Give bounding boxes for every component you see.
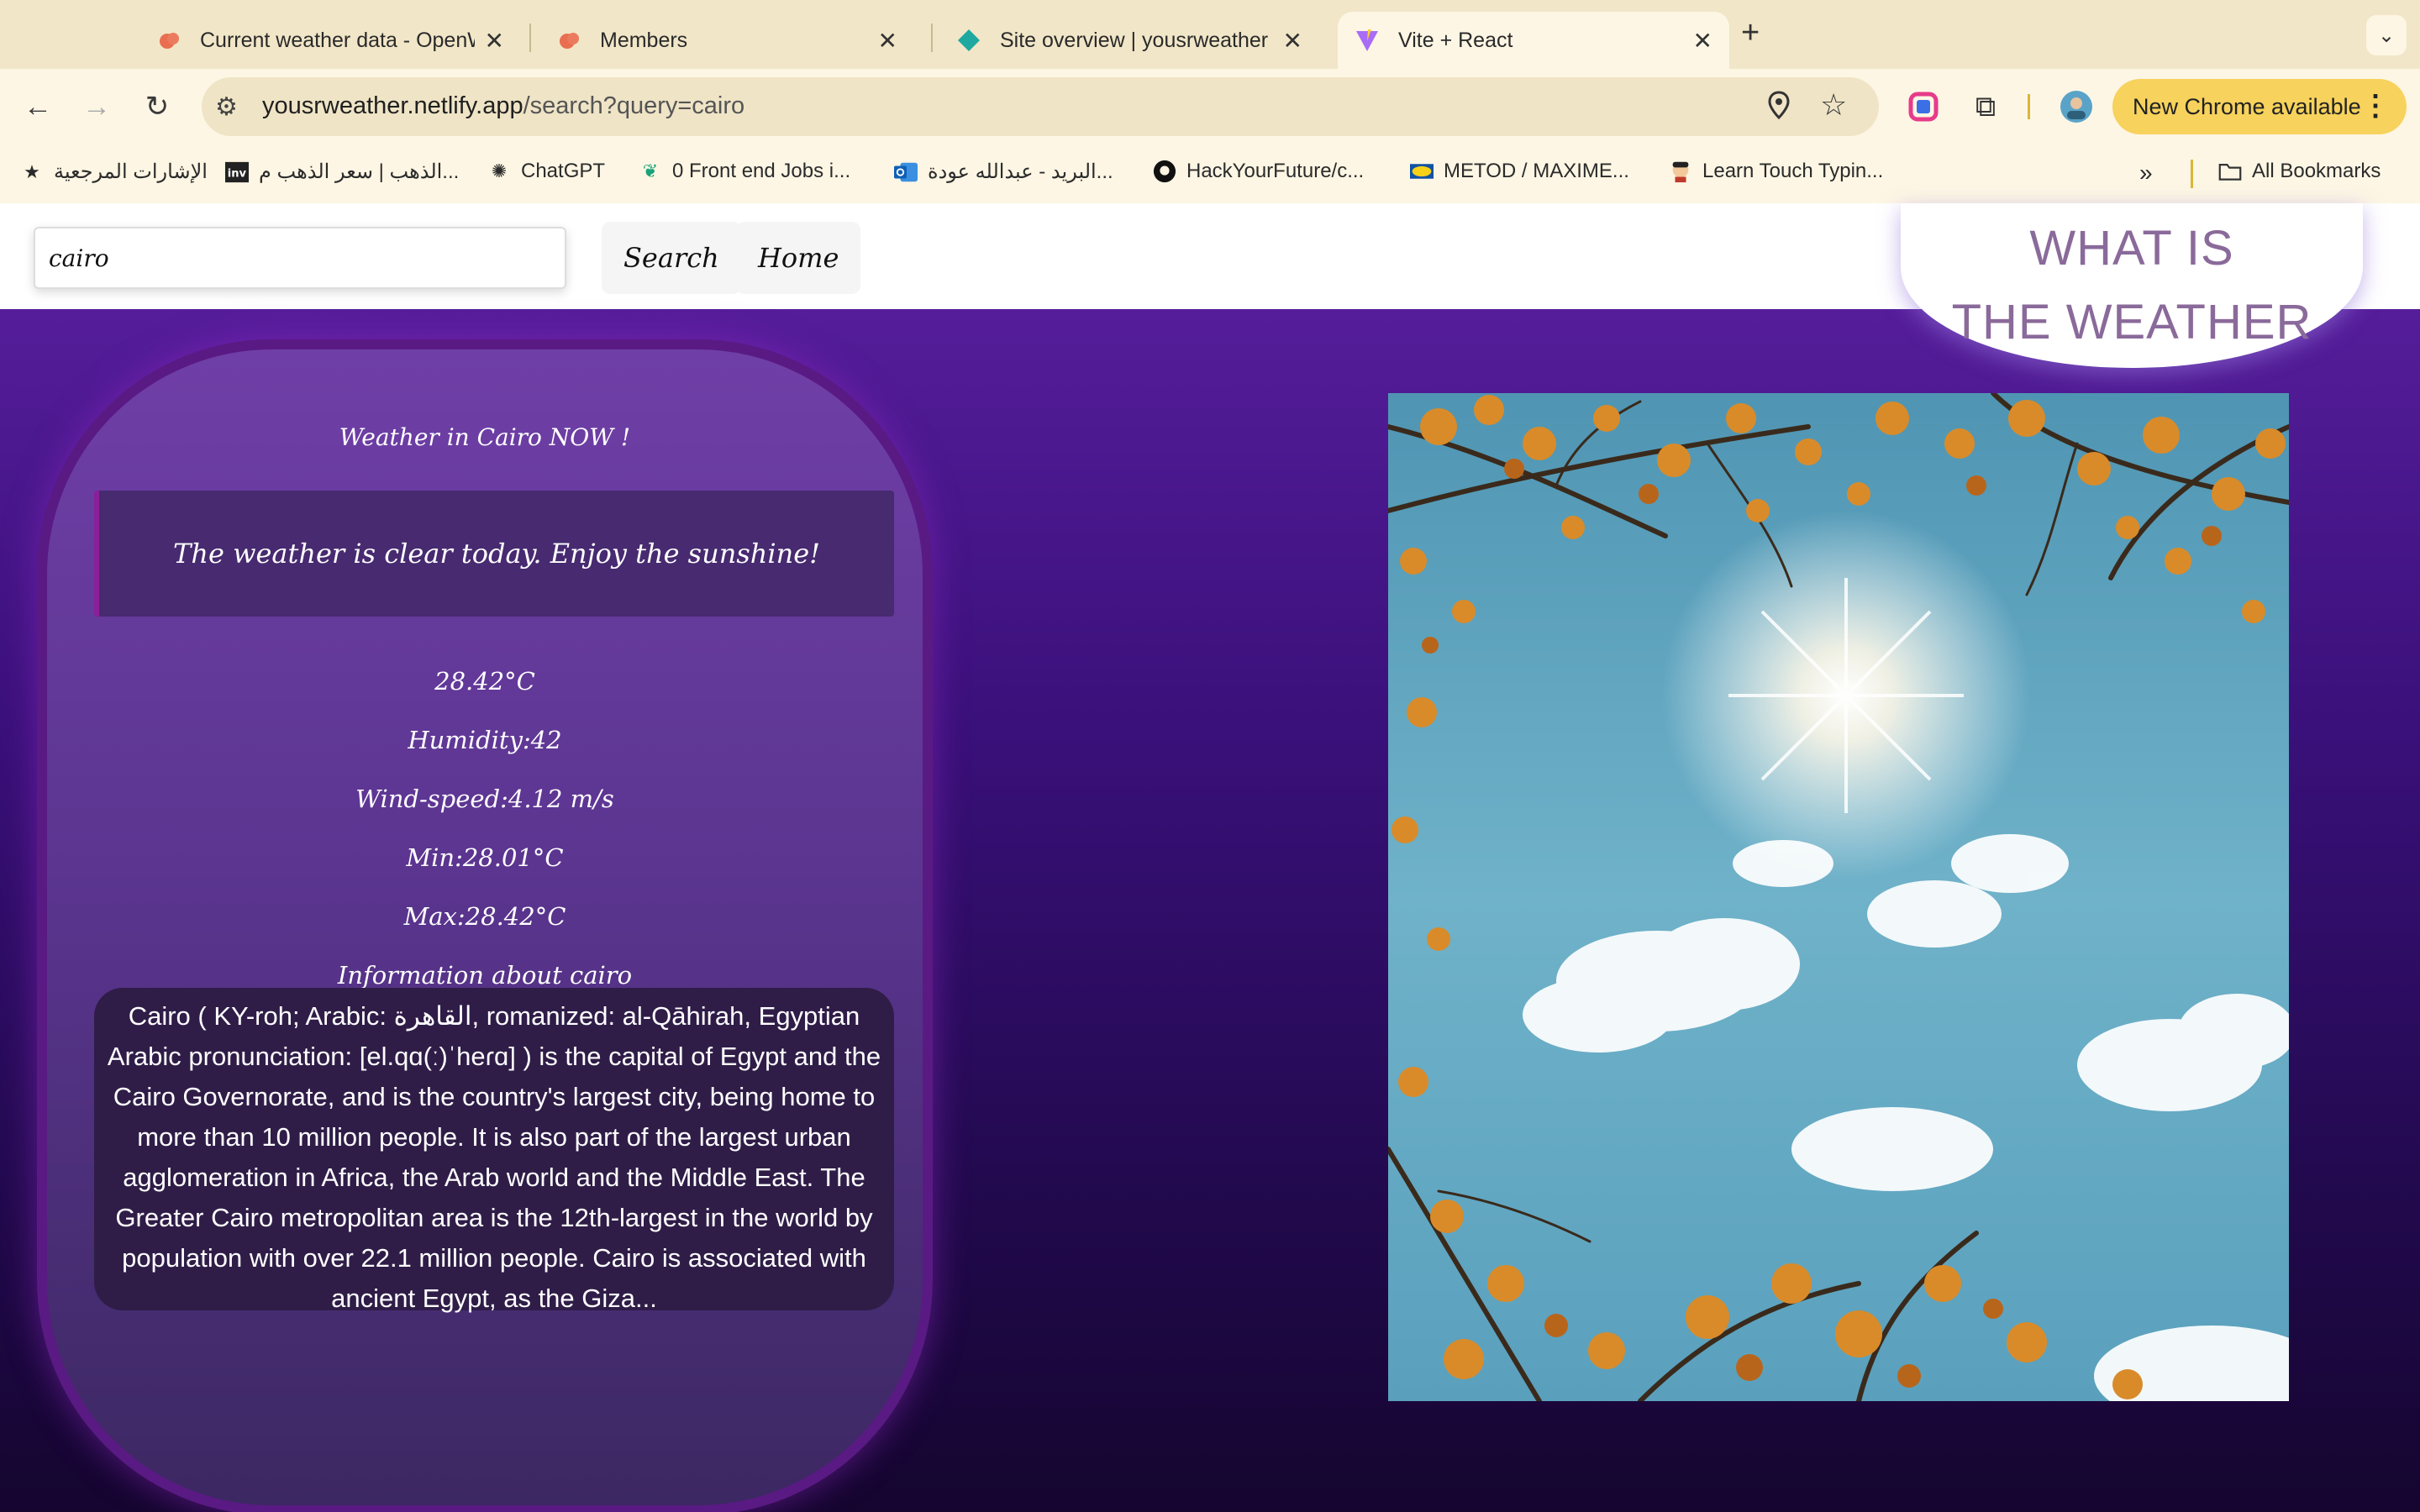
bookmark-label: ChatGPT (521, 160, 606, 182)
toolbar-separator (2028, 94, 2030, 119)
max-temperature: Max:28.42°C (403, 902, 566, 931)
search-input[interactable] (34, 227, 566, 289)
vite-icon (1355, 28, 1380, 53)
reload-icon[interactable]: ↻ (136, 86, 178, 128)
bookmarks-bar: ★ الإشارات المرجعية inv الذهب | سعر الذه… (0, 144, 2420, 204)
browser-toolbar: ← → ↻ ⚙ yousrweather.netlify.app/search?… (0, 69, 2420, 144)
bookmark-item[interactable]: METOD / MAXIME... (1410, 160, 1629, 183)
bookmark-label: HackYourFuture/c... (1186, 160, 1365, 182)
more-options-icon[interactable]: ⋮ (2361, 89, 2390, 123)
star-icon: ★ (24, 160, 40, 182)
svg-text:inv: inv (228, 167, 247, 180)
tab-title: Current weather data - OpenWeatherMap (200, 28, 475, 52)
back-icon[interactable]: ← (17, 86, 59, 128)
info-heading: Information about cairo (337, 961, 633, 990)
chatgpt-icon: ✺ (491, 160, 508, 181)
search-button[interactable]: Search (602, 222, 741, 294)
bookmark-label: Learn Touch Typin... (1702, 160, 1884, 182)
close-icon[interactable]: ✕ (1693, 27, 1712, 55)
outlook-icon (894, 160, 918, 184)
bookmark-item[interactable]: Learn Touch Typin... (1669, 160, 1883, 183)
bookmark-star-icon[interactable]: ☆ (1820, 87, 1847, 123)
tab-title: Site overview | yousrweather (1000, 28, 1269, 52)
close-icon[interactable]: ✕ (878, 27, 897, 55)
close-icon[interactable]: ✕ (485, 27, 504, 55)
tab-vite-react[interactable]: Vite + React ✕ (1338, 12, 1729, 69)
wind-speed: Wind-speed:4.12 m/s (355, 785, 614, 813)
bookmark-item[interactable]: inv الذهب | سعر الذهب م... (225, 160, 459, 184)
tab-openweather[interactable]: Current weather data - OpenWeatherMap ✕ (139, 12, 521, 69)
city-info-text: Cairo ( KY-roh; Arabic: القاهرة, romaniz… (94, 988, 894, 1313)
bookmark-label: الذهب | سعر الذهب م... (259, 160, 460, 183)
bookmark-label: الإشارات المرجعية (54, 160, 208, 183)
new-chrome-button[interactable]: New Chrome available ⋮ (2112, 79, 2407, 134)
new-tab-icon[interactable]: + (1741, 15, 1760, 51)
home-button[interactable]: Home (736, 222, 861, 294)
site-title-line1: WHAT IS (2029, 221, 2234, 276)
address-bar[interactable]: ⚙ yousrweather.netlify.app/search?query=… (202, 77, 1879, 136)
bookmarks-separator (2191, 160, 2193, 188)
site-title: WHAT IS THE WEATHER (1901, 203, 2363, 368)
bookmark-item[interactable]: ❦ 0 Front end Jobs i... (639, 160, 850, 183)
tab-separator (931, 24, 933, 52)
bookmark-label: METOD / MAXIME... (1444, 160, 1629, 182)
temperature: 28.42°C (434, 667, 535, 696)
weather-photo (1388, 393, 2289, 1401)
min-temperature: Min:28.01°C (406, 843, 564, 872)
extensions-icon[interactable]: ⧉ (1966, 87, 2005, 126)
forward-icon[interactable]: → (76, 86, 118, 128)
all-bookmarks-label: All Bookmarks (2252, 160, 2381, 182)
tab-title: Members (600, 28, 688, 52)
site-settings-icon[interactable]: ⚙ (215, 92, 238, 122)
openweather-icon (556, 28, 581, 53)
location-icon[interactable] (1766, 89, 1791, 127)
url-text: yousrweather.netlify.app/search?query=ca… (262, 92, 745, 119)
all-bookmarks-button[interactable]: All Bookmarks (2218, 160, 2381, 183)
bookmark-item[interactable]: ★ الإشارات المرجعية (20, 160, 208, 184)
openweather-icon (156, 28, 182, 53)
tab-netlify[interactable]: Site overview | yousrweather ✕ (939, 12, 1319, 69)
close-icon[interactable]: ✕ (1283, 27, 1302, 55)
tab-strip: Current weather data - OpenWeatherMap ✕ … (0, 0, 2420, 69)
chevron-down-icon[interactable]: ⌄ (2366, 15, 2407, 55)
humidity: Humidity:42 (408, 726, 562, 754)
weather-card: Weather in Cairo NOW ! The weather is cl… (37, 339, 933, 1512)
main-content: Weather in Cairo NOW ! The weather is cl… (0, 309, 2420, 1512)
netlify-icon (956, 28, 981, 53)
typing-icon (1669, 160, 1692, 183)
github-icon (1153, 160, 1176, 183)
inv-icon: inv (225, 160, 249, 184)
weather-description: The weather is clear today. Enjoy the su… (94, 491, 894, 617)
site-title-line2: THE WEATHER (1951, 295, 2312, 349)
weather-heading: Weather in Cairo NOW ! (339, 423, 631, 451)
bookmark-label: البريد - عبدالله عودة... (928, 160, 1113, 183)
folder-icon (2218, 160, 2242, 183)
ikea-icon (1410, 160, 1434, 183)
bookmark-item[interactable]: HackYourFuture/c... (1153, 160, 1364, 183)
chevron-double-right-icon[interactable]: » (2139, 160, 2153, 186)
avatar[interactable] (2057, 87, 2096, 126)
color-extension-icon[interactable] (1904, 87, 1943, 126)
tab-title: Vite + React (1398, 28, 1513, 52)
new-chrome-label: New Chrome available (2133, 93, 2361, 119)
jobs-icon: ❦ (642, 160, 659, 181)
tab-members[interactable]: Members ✕ (539, 12, 914, 69)
bookmark-item[interactable]: البريد - عبدالله عودة... (894, 160, 1113, 184)
tab-separator (529, 24, 531, 52)
bookmark-item[interactable]: ✺ ChatGPT (487, 160, 605, 183)
bookmark-label: 0 Front end Jobs i... (672, 160, 851, 182)
